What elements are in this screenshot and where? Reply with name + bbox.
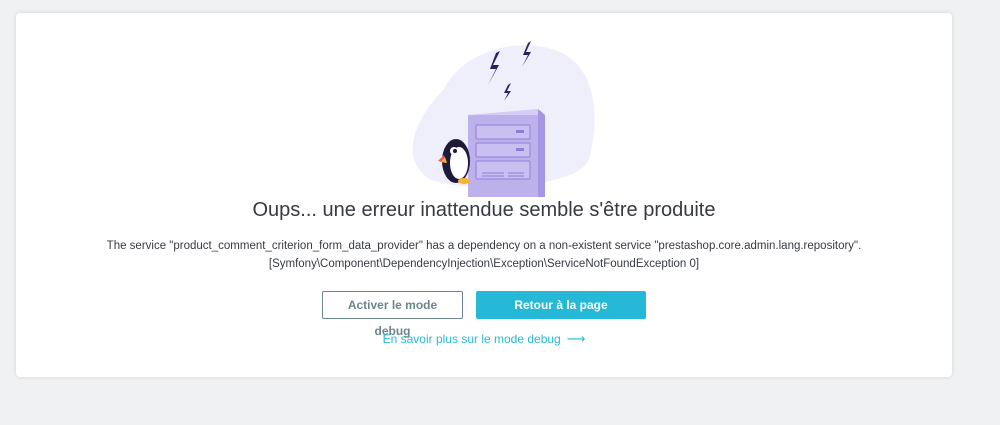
enable-debug-button[interactable]: Activer le mode debug <box>322 291 463 338</box>
learn-more-section: En savoir plus sur le mode debug ⟶ <box>16 331 952 347</box>
error-message-line: The service "product_comment_criterion_f… <box>106 240 862 252</box>
error-card: Oups... une erreur inattendue semble s'ê… <box>16 13 952 377</box>
action-buttons: Activer le mode debug Retour à la page p… <box>16 291 952 338</box>
back-button[interactable]: Retour à la page précédente <box>476 291 646 338</box>
learn-more-label: En savoir plus sur le mode debug <box>382 332 561 346</box>
error-title: Oups... une erreur inattendue semble s'ê… <box>252 199 716 221</box>
error-message: The service "product_comment_criterion_f… <box>16 237 952 273</box>
error-exception-line: [Symfony\Component\DependencyInjection\E… <box>268 258 700 270</box>
learn-more-debug-link[interactable]: En savoir plus sur le mode debug ⟶ <box>382 331 586 346</box>
server-icon <box>468 109 545 197</box>
server-error-illustration <box>404 29 604 199</box>
arrow-right-icon: ⟶ <box>566 331 586 346</box>
